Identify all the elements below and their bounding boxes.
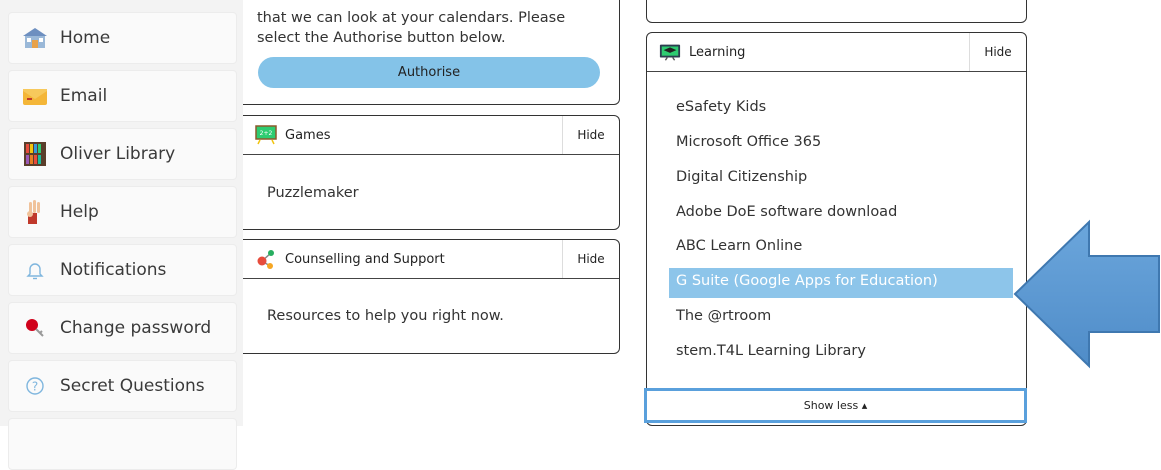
learning-link-g-suite[interactable]: G Suite (Google Apps for Education) [676, 273, 938, 289]
sidebar-item-label: Change password [60, 318, 212, 338]
calendar-text-line2: select the Authorise button below. [257, 30, 506, 46]
sidebar-item-label: Oliver Library [60, 144, 176, 164]
learning-link-digital-citizenship[interactable]: Digital Citizenship [676, 169, 807, 185]
counselling-card-header: Counselling and Support Hide [243, 240, 619, 279]
learning-title: Learning [689, 44, 746, 60]
learning-link-abc-learn-online[interactable]: ABC Learn Online [676, 238, 802, 254]
sidebar-item-help[interactable]: Help [8, 186, 237, 238]
authorise-button[interactable]: Authorise [258, 57, 600, 88]
school-icon [22, 25, 48, 51]
molecule-icon [255, 248, 277, 270]
svg-text:2+2: 2+2 [260, 130, 273, 137]
envelope-icon [22, 83, 48, 109]
sidebar-item-label: Secret Questions [60, 376, 205, 396]
sidebar-item-notifications[interactable]: Notifications [8, 244, 237, 296]
raised-hand-icon [22, 199, 48, 225]
key-icon [22, 315, 48, 341]
games-card: 2+2 Games Hide Puzzlemaker [243, 115, 620, 230]
sidebar: Home Email Oliver Library Help Notificat… [0, 0, 243, 470]
graduation-cap-icon [659, 41, 681, 63]
calendar-card: that we can look at your calendars. Plea… [243, 0, 620, 105]
sidebar-item-label: Help [60, 202, 99, 222]
sidebar-item-label: Notifications [60, 260, 167, 280]
games-card-header: 2+2 Games Hide [243, 116, 619, 155]
learning-card-header: Learning Hide [647, 33, 1026, 72]
games-hide-button[interactable]: Hide [562, 116, 619, 154]
previous-card-bottom [646, 0, 1027, 23]
sidebar-item-home[interactable]: Home [8, 12, 237, 64]
show-less-button[interactable]: Show less ▴ [644, 388, 1027, 423]
games-title: Games [285, 127, 331, 143]
chalkboard-icon: 2+2 [255, 124, 277, 146]
sidebar-item-secret-questions[interactable]: ? Secret Questions [8, 360, 237, 412]
sidebar-item-label: Home [60, 28, 111, 48]
bookshelf-icon [22, 141, 48, 167]
calendar-text-line1: that we can look at your calendars. Plea… [257, 10, 566, 26]
counselling-link-resources[interactable]: Resources to help you right now. [267, 308, 504, 324]
learning-link-adobe-doe[interactable]: Adobe DoE software download [676, 204, 897, 220]
learning-link-esafety-kids[interactable]: eSafety Kids [676, 99, 766, 115]
sidebar-item-email[interactable]: Email [8, 70, 237, 122]
sidebar-item-change-password[interactable]: Change password [8, 302, 237, 354]
games-link-puzzlemaker[interactable]: Puzzlemaker [267, 185, 359, 201]
learning-hide-button[interactable]: Hide [969, 33, 1026, 71]
learning-link-microsoft-office-365[interactable]: Microsoft Office 365 [676, 134, 821, 150]
learning-link-stem-t4l[interactable]: stem.T4L Learning Library [676, 343, 866, 359]
svg-text:?: ? [32, 380, 38, 394]
sidebar-item-label: Email [60, 86, 108, 106]
counselling-hide-button[interactable]: Hide [562, 240, 619, 278]
counselling-card: Counselling and Support Hide Resources t… [243, 239, 620, 354]
left-arrow-icon [1013, 219, 1160, 369]
learning-card: Learning Hide [646, 32, 1027, 426]
learning-link-the-artroom[interactable]: The @rtroom [676, 308, 771, 324]
sidebar-item-oliver-library[interactable]: Oliver Library [8, 128, 237, 180]
question-circle-icon: ? [22, 373, 48, 399]
bell-icon [22, 257, 48, 283]
counselling-title: Counselling and Support [285, 251, 445, 267]
